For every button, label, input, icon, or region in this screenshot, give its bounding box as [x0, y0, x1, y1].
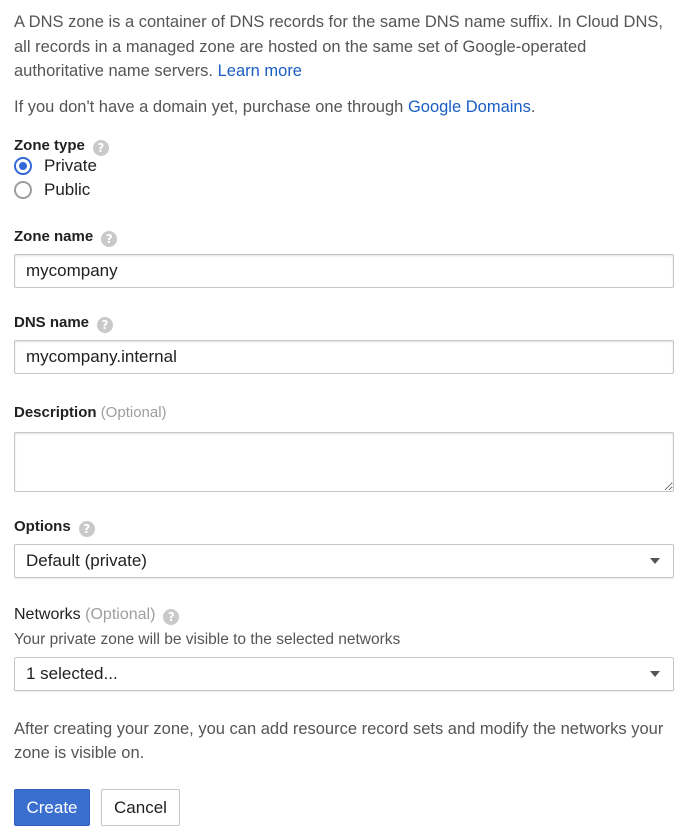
description-textarea[interactable]: [14, 432, 674, 492]
options-label: Options?: [14, 517, 95, 537]
networks-select-value: 1 selected...: [26, 664, 118, 683]
chevron-down-icon: [650, 558, 660, 564]
options-select-value: Default (private): [26, 551, 147, 570]
google-domains-link[interactable]: Google Domains: [408, 98, 531, 116]
help-icon[interactable]: ?: [101, 231, 118, 247]
help-icon[interactable]: ?: [97, 317, 114, 333]
create-button[interactable]: Create: [14, 789, 90, 826]
zone-type-label: Zone type?: [14, 136, 109, 156]
intro-description: A DNS zone is a container of DNS records…: [14, 13, 663, 80]
zone-name-label: Zone name?: [14, 227, 118, 247]
chevron-down-icon: [650, 671, 660, 677]
dns-name-label-text: DNS name: [14, 314, 90, 331]
radio-private[interactable]: Private: [14, 155, 97, 177]
help-icon[interactable]: ?: [78, 521, 95, 537]
dns-name-input[interactable]: [14, 340, 674, 374]
description-label: Description (Optional): [14, 403, 167, 423]
radio-private-label: Private: [44, 156, 97, 175]
networks-optional: (Optional): [85, 606, 156, 623]
networks-label: Networks (Optional)?: [14, 605, 180, 625]
description-label-text: Description: [14, 404, 97, 421]
intro-text: A DNS zone is a container of DNS records…: [14, 10, 674, 84]
learn-more-link[interactable]: Learn more: [218, 62, 302, 80]
zone-name-label-text: Zone name: [14, 228, 94, 245]
domain-purchase-text: If you don't have a domain yet, purchase…: [14, 95, 674, 119]
dns-name-label: DNS name?: [14, 313, 114, 333]
options-label-text: Options: [14, 518, 71, 535]
radio-public[interactable]: Public: [14, 179, 90, 201]
cancel-button[interactable]: Cancel: [101, 789, 180, 826]
radio-button-private[interactable]: [14, 157, 32, 175]
domain-purchase-suffix: .: [530, 98, 536, 116]
zone-name-input[interactable]: [14, 254, 674, 288]
options-select[interactable]: Default (private): [14, 544, 674, 578]
description-optional: (Optional): [100, 404, 167, 421]
help-icon[interactable]: ?: [163, 609, 180, 625]
networks-hint: Your private zone will be visible to the…: [14, 631, 401, 648]
radio-public-label: Public: [44, 180, 91, 199]
radio-button-public[interactable]: [14, 181, 32, 199]
help-icon[interactable]: ?: [92, 140, 109, 156]
networks-label-text: Networks: [14, 606, 81, 623]
zone-type-label-text: Zone type: [14, 137, 85, 154]
domain-purchase-prefix: If you don't have a domain yet, purchase…: [14, 98, 404, 116]
after-create-note: After creating your zone, you can add re…: [14, 720, 664, 762]
networks-select[interactable]: 1 selected...: [14, 657, 674, 691]
